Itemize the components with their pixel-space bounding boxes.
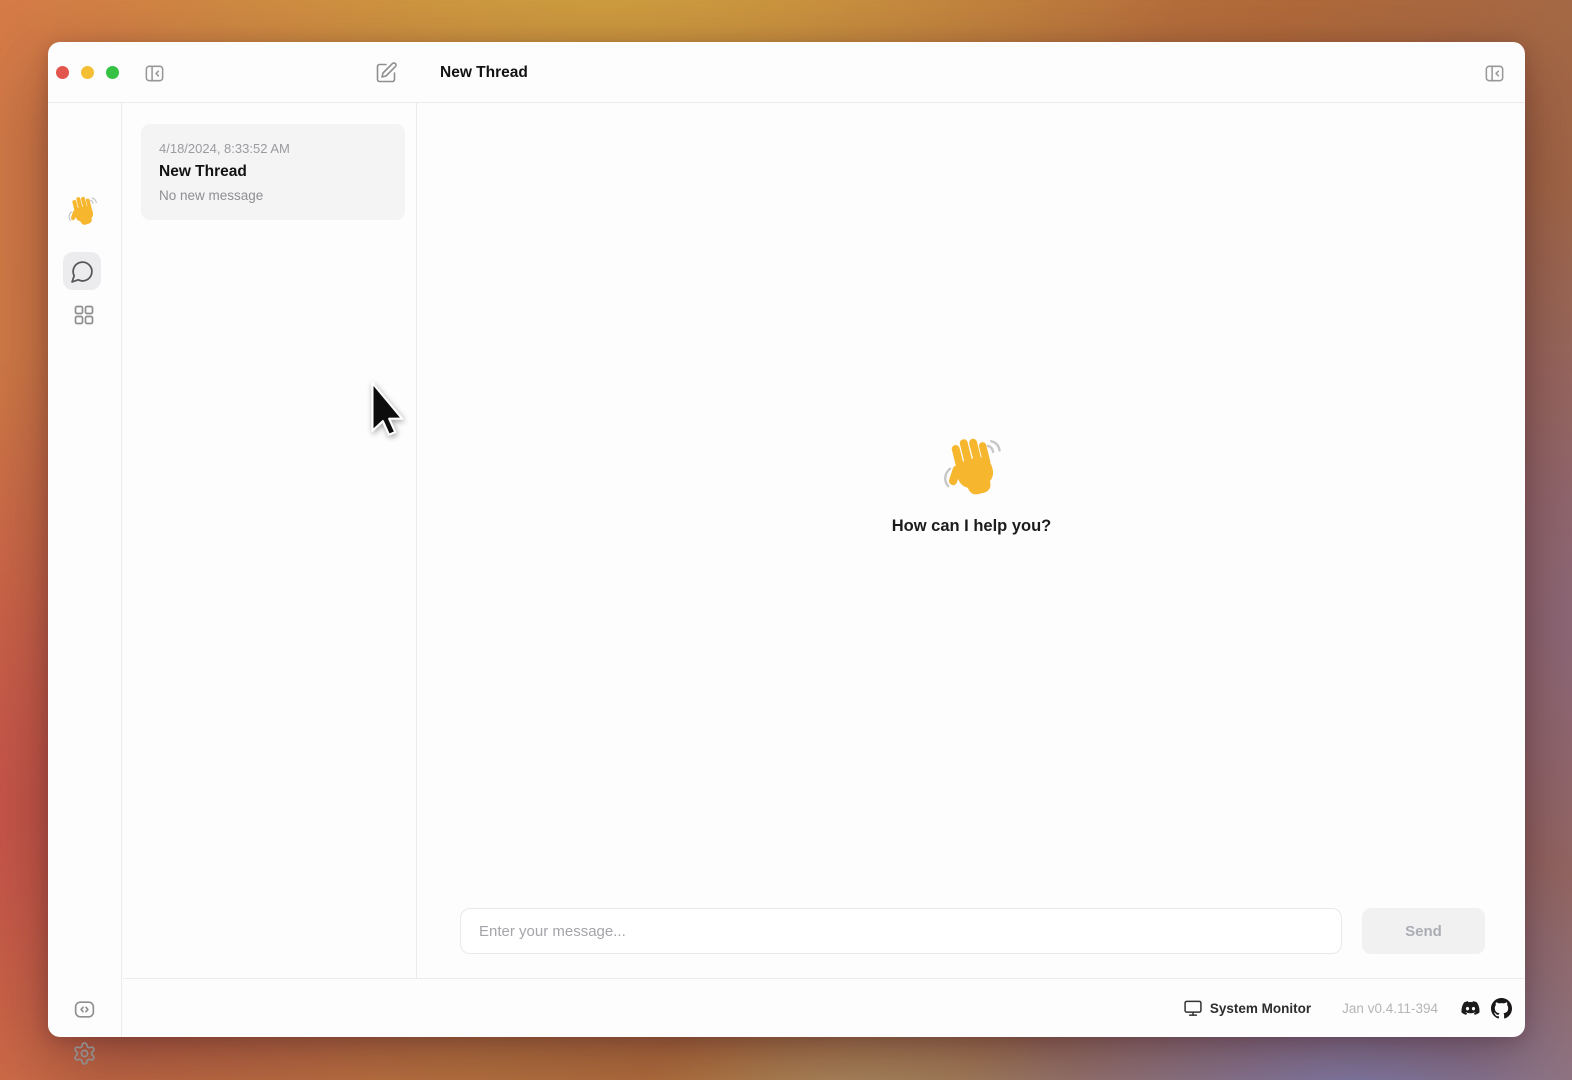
page-title: New Thread: [440, 42, 528, 103]
system-monitor-label: System Monitor: [1210, 1001, 1311, 1016]
code-square-icon: [72, 997, 97, 1022]
new-thread-button[interactable]: [373, 60, 398, 85]
discord-link[interactable]: [1459, 999, 1482, 1017]
thread-list-item[interactable]: 4/18/2024, 8:33:52 AM New Thread No new …: [141, 124, 405, 220]
system-monitor-toggle[interactable]: System Monitor: [1183, 998, 1311, 1018]
status-bar: System Monitor Jan v0.4.11-394: [123, 978, 1525, 1037]
sidebar-item-threads[interactable]: [63, 252, 101, 290]
send-button[interactable]: Send: [1362, 908, 1485, 954]
app-version: Jan v0.4.11-394: [1342, 1001, 1438, 1016]
github-icon: [1491, 998, 1512, 1019]
window-controls: [56, 66, 119, 79]
greeting-text: How can I help you?: [892, 517, 1052, 536]
sidebar-item-local-api-server[interactable]: [69, 994, 99, 1024]
thread-title: New Thread: [159, 163, 387, 181]
toggle-left-panel-button[interactable]: [142, 61, 166, 85]
empty-state: How can I help you?: [418, 433, 1525, 536]
panel-right-toggle-icon: [1483, 62, 1506, 85]
sidebar-item-hub[interactable]: [69, 300, 99, 330]
message-input[interactable]: [460, 908, 1342, 954]
thread-subtitle: No new message: [159, 188, 387, 203]
gear-icon: [72, 1041, 97, 1066]
waving-hand-logo: [66, 194, 99, 227]
app-window: New Thread: [48, 42, 1525, 1037]
github-link[interactable]: [1491, 998, 1512, 1019]
icon-rail: [48, 103, 122, 1037]
discord-icon: [1459, 999, 1482, 1017]
waving-hand-icon: [939, 433, 1005, 499]
chat-area: How can I help you? Send: [418, 103, 1525, 978]
monitor-icon: [1183, 998, 1203, 1018]
toggle-right-panel-button[interactable]: [1482, 61, 1506, 85]
compose-icon: [374, 61, 398, 85]
chat-bubble-icon: [70, 259, 95, 284]
thread-list-panel: 4/18/2024, 8:33:52 AM New Thread No new …: [123, 103, 417, 978]
close-button[interactable]: [56, 66, 69, 79]
thread-timestamp: 4/18/2024, 8:33:52 AM: [159, 141, 387, 156]
panel-left-toggle-icon: [143, 62, 166, 85]
grid-icon: [72, 303, 96, 327]
sidebar-item-settings[interactable]: [69, 1038, 99, 1068]
minimize-button[interactable]: [81, 66, 94, 79]
window-header: New Thread: [48, 42, 1525, 103]
zoom-button[interactable]: [106, 66, 119, 79]
